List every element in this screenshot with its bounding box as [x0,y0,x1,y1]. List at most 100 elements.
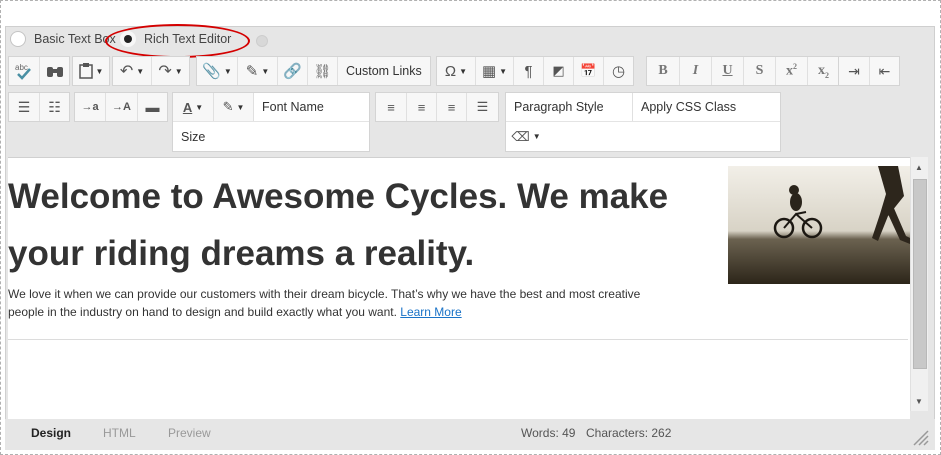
spellcheck-icon: abc [15,63,31,80]
spellcheck-button[interactable]: abc [9,57,39,85]
ordered-list-button[interactable]: ☰ [9,93,39,121]
horizontal-rule-button[interactable]: ▬ [137,93,167,121]
align-right-icon: ≡ [447,99,456,115]
redo-icon: ↷ [158,63,172,80]
tab-design[interactable]: Design [31,426,71,440]
font-size-select[interactable]: Size [173,122,369,151]
annotation-circle [105,24,250,58]
link-button[interactable]: 🔗 [277,57,307,85]
media-icon: ◩ [552,63,565,78]
highlight-button[interactable]: ✎ ▼ [213,93,253,121]
align-left-icon: ≡ [387,99,395,115]
paragraph-marks-button[interactable]: ¶ [513,57,543,85]
justify-icon: ☰ [476,99,489,114]
table-button[interactable]: ▦ ▼ [475,57,513,85]
toolbar-group-proofing: abc [8,56,70,86]
underline-icon: U [722,63,733,78]
toolbar-group-special: Ω ▼ ▦ ▼ ¶ ◩ 📅 ◷ [436,56,634,86]
tab-preview[interactable]: Preview [168,426,211,440]
learn-more-link[interactable]: Learn More [400,305,461,319]
superscript-button[interactable]: x2 [775,57,807,85]
insert-time-button[interactable]: ◷ [603,57,633,85]
page-heading: Welcome to Awesome Cycles. We make your … [8,177,669,273]
font-color-icon: A [182,99,193,115]
clock-icon: ◷ [611,63,626,80]
bold-button[interactable]: B [647,57,679,85]
find-icon [46,67,63,77]
media-button[interactable]: ◩ [543,57,573,85]
font-color-button[interactable]: A ▼ [173,93,213,121]
tab-html[interactable]: HTML [103,426,136,440]
toolbar-group-font: A ▼ ✎ ▼ Font Name Size [172,92,370,152]
basic-text-box-label[interactable]: Basic Text Box [34,32,116,46]
indent-button[interactable]: ⇥ [839,57,869,85]
edit-button[interactable]: ✎ ▼ [237,57,277,85]
toolbar-group-insert: 📎 ▼ ✎ ▼ 🔗 ⛓ Custom Links [196,56,431,86]
align-right-button[interactable]: ≡ [436,93,466,121]
indent-icon: ⇥ [848,62,860,79]
custom-links-button[interactable]: Custom Links [337,57,430,85]
apply-css-class-select[interactable]: Apply CSS Class [632,93,780,121]
undo-icon: ↶ [119,63,134,80]
toolbar-group-history: ↶ ▼ ↷ ▼ [112,56,190,86]
info-icon[interactable] [256,35,268,47]
toolbar-group-lists: ☰ ☷ [8,92,70,122]
paste-button[interactable]: ▼ [73,57,109,85]
unlink-button[interactable]: ⛓ [307,57,337,85]
clear-formatting-button[interactable]: ⌫ ▼ [506,122,546,151]
align-center-button[interactable]: ≡ [406,93,436,121]
toolbar-group-styles: Paragraph Style Apply CSS Class ⌫ ▼ [505,92,781,152]
decrease-font-icon: →a [81,101,99,113]
font-name-select[interactable]: Font Name [253,93,369,121]
align-center-icon: ≡ [417,99,426,115]
pilcrow-icon: ¶ [524,62,533,80]
scroll-down-icon[interactable]: ▼ [915,397,923,406]
unordered-list-button[interactable]: ☷ [39,93,69,121]
editor-content-area[interactable]: Welcome to Awesome Cycles. We make your … [8,157,910,419]
outdent-button[interactable]: ⇤ [869,57,899,85]
omega-icon: Ω [444,62,457,80]
toolbar-group-alignment: ≡ ≡ ≡ ☰ [375,92,499,122]
paragraph-text: We love it when we can provide our custo… [8,287,641,319]
cycling-photo [728,166,910,284]
undo-button[interactable]: ↶ ▼ [113,57,151,85]
subscript-icon: x2 [818,62,829,80]
italic-button[interactable]: I [679,57,711,85]
special-characters-button[interactable]: Ω ▼ [437,57,475,85]
strikethrough-icon: S [755,63,764,78]
svg-text:abc: abc [15,63,28,72]
align-left-button[interactable]: ≡ [376,93,406,121]
eraser-icon: ⌫ [511,128,530,144]
toolbar-group-font-size: →a →A ▬ [74,92,168,122]
calendar-icon: 📅 [580,63,597,78]
paragraph-style-select[interactable]: Paragraph Style [506,93,632,121]
redo-button[interactable]: ↷ ▼ [151,57,189,85]
strikethrough-button[interactable]: S [743,57,775,85]
content-scrollbar[interactable]: ▲ ▼ [910,157,928,411]
intro-paragraph: We love it when we can provide our custo… [8,285,668,321]
unlink-icon: ⛓ [313,62,332,79]
insert-date-button[interactable]: 📅 [573,57,603,85]
basic-text-box-radio[interactable] [10,31,26,47]
superscript-icon: x2 [786,62,797,79]
toolbar-group-paste: ▼ [72,56,110,86]
unordered-list-icon: ☷ [48,98,61,115]
attach-icon: 📎 [202,63,221,80]
find-button[interactable] [39,57,69,85]
justify-button[interactable]: ☰ [466,93,498,121]
scroll-up-icon[interactable]: ▲ [915,163,923,172]
increase-font-button[interactable]: →A [105,93,137,121]
edit-icon: ✎ [245,63,259,80]
editor-footer: Design HTML Preview Words: 49 Characters… [5,419,935,450]
subscript-button[interactable]: x2 [807,57,839,85]
attach-button[interactable]: 📎 ▼ [197,57,237,85]
character-count: Characters: 262 [586,426,672,440]
resize-grip-icon[interactable] [911,428,929,446]
decrease-font-button[interactable]: →a [75,93,105,121]
italic-icon: I [692,63,699,78]
increase-font-icon: →A [112,101,131,113]
underline-button[interactable]: U [711,57,743,85]
highlight-icon: ✎ [222,99,234,114]
scroll-thumb[interactable] [913,179,927,369]
paste-icon [78,63,93,79]
